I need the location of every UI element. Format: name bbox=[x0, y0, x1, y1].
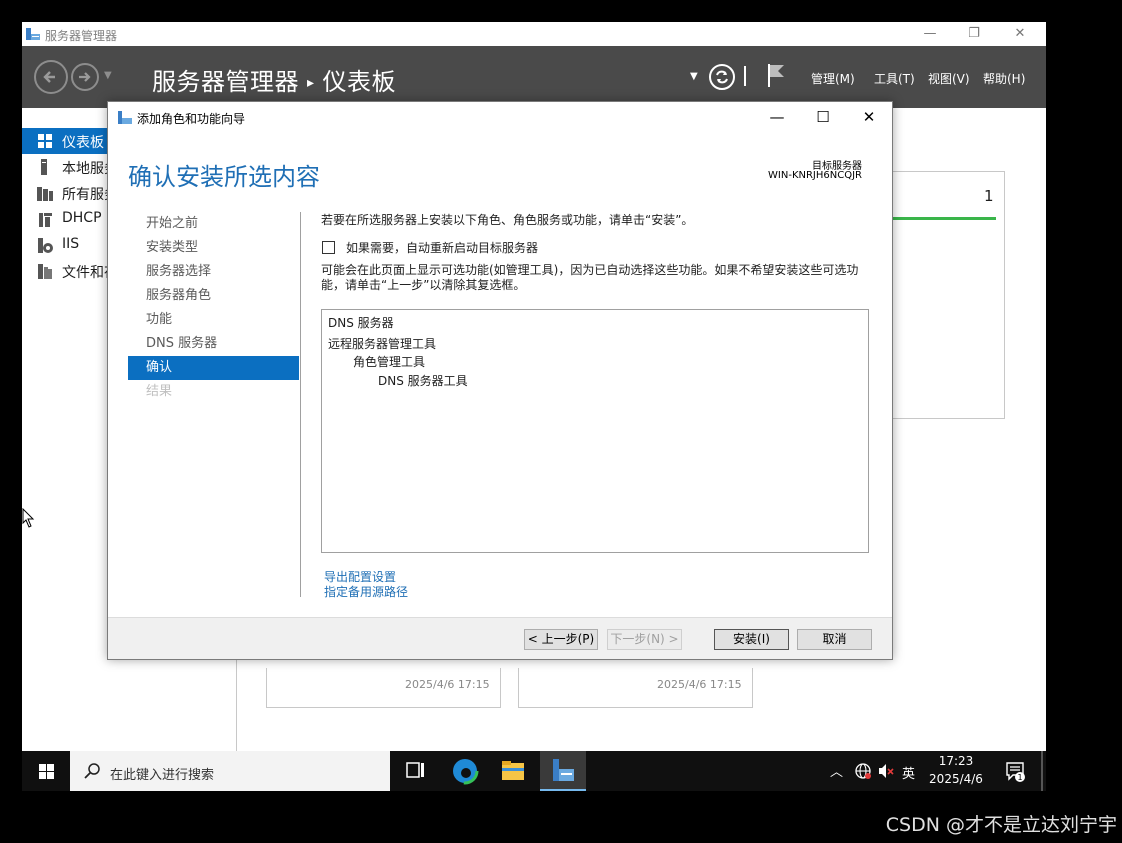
wizard-footer: < 上一步(P) 下一步(N) > 安装(I) 取消 bbox=[108, 617, 892, 659]
wizard-titlebar: 添加角色和功能向导 — ☐ ✕ bbox=[108, 102, 892, 132]
tile-bottom-right: 2025/4/6 17:15 bbox=[518, 668, 753, 708]
notifications-flag-icon[interactable] bbox=[766, 62, 786, 92]
step-server-roles[interactable]: 服务器角色 bbox=[128, 284, 299, 308]
minimize-icon[interactable]: — bbox=[762, 107, 792, 127]
ime-indicator[interactable]: 英 bbox=[902, 763, 915, 782]
task-view-icon bbox=[406, 762, 424, 778]
search-icon bbox=[84, 763, 100, 779]
list-item: 远程服务器管理工具 bbox=[328, 337, 437, 351]
server-manager-title: 服务器管理器 bbox=[45, 29, 118, 43]
task-view-button[interactable] bbox=[392, 751, 438, 791]
close-icon[interactable]: ✕ bbox=[1000, 24, 1040, 44]
previous-button[interactable]: < 上一步(P) bbox=[524, 629, 598, 650]
tile-date: 2025/4/6 17:15 bbox=[405, 678, 490, 691]
breadcrumb-separator: ▸ bbox=[307, 75, 315, 91]
all-servers-icon bbox=[37, 185, 53, 201]
maximize-icon[interactable]: ☐ bbox=[808, 107, 838, 127]
alternate-source-link[interactable]: 指定备用源路径 bbox=[324, 583, 408, 600]
step-dns-server[interactable]: DNS 服务器 bbox=[128, 332, 299, 356]
edge-icon bbox=[451, 757, 479, 785]
mouse-cursor-icon bbox=[22, 507, 36, 532]
back-button[interactable] bbox=[34, 60, 68, 94]
forward-button[interactable] bbox=[71, 63, 99, 91]
taskbar: 在此键入进行搜索 ︿ 英 17:23 2025/4/6 1 bbox=[22, 751, 1046, 791]
sidebar-item-label: IIS bbox=[62, 236, 80, 252]
breadcrumb-page: 仪表板 bbox=[322, 68, 397, 96]
menu-manage[interactable]: 管理(M) bbox=[811, 70, 855, 87]
windows-logo-icon bbox=[39, 764, 54, 779]
step-confirmation[interactable]: 确认 bbox=[128, 356, 299, 380]
next-button: 下一步(N) > bbox=[607, 629, 682, 650]
dhcp-icon bbox=[37, 211, 53, 227]
instruction-text: 若要在所选服务器上安装以下角色、角色服务或功能，请单击“安装”。 bbox=[321, 213, 694, 227]
step-features[interactable]: 功能 bbox=[128, 308, 299, 332]
minimize-icon[interactable]: — bbox=[910, 24, 950, 44]
refresh-icon[interactable] bbox=[708, 63, 736, 95]
local-server-icon bbox=[37, 159, 53, 175]
step-results: 结果 bbox=[146, 384, 173, 399]
notification-center-icon[interactable]: 1 bbox=[1005, 761, 1027, 787]
steps-divider bbox=[300, 212, 301, 597]
wizard-app-icon bbox=[117, 110, 133, 125]
wizard-title: 添加角色和功能向导 bbox=[137, 112, 246, 126]
history-dropdown-icon[interactable]: ▼ bbox=[104, 70, 112, 81]
iis-icon bbox=[37, 237, 53, 253]
network-icon[interactable] bbox=[854, 762, 872, 784]
menu-view[interactable]: 视图(V) bbox=[928, 70, 970, 87]
tile-bottom-left: 2025/4/6 17:15 bbox=[266, 668, 501, 708]
start-button[interactable] bbox=[22, 751, 70, 791]
clock-time[interactable]: 17:23 bbox=[927, 754, 985, 768]
sidebar-item-label: 仪表板 bbox=[62, 135, 104, 151]
tile-count: 1 bbox=[984, 187, 994, 205]
folder-icon bbox=[502, 761, 524, 780]
sidebar-item-label: DHCP bbox=[62, 210, 102, 226]
header-divider bbox=[744, 66, 746, 86]
breadcrumb-app[interactable]: 服务器管理器 bbox=[152, 68, 299, 96]
server-manager-taskbar-icon bbox=[553, 759, 574, 781]
clock-date[interactable]: 2025/4/6 bbox=[925, 772, 987, 786]
volume-muted-icon[interactable] bbox=[877, 762, 895, 784]
cancel-button[interactable]: 取消 bbox=[797, 629, 872, 650]
close-icon[interactable]: ✕ bbox=[854, 107, 884, 127]
menu-tools[interactable]: 工具(T) bbox=[874, 70, 915, 87]
breadcrumb: 服务器管理器 ▸ 仪表板 bbox=[152, 62, 396, 97]
menu-help[interactable]: 帮助(H) bbox=[983, 70, 1025, 87]
show-hidden-icons[interactable]: ︿ bbox=[830, 761, 843, 780]
tile-date: 2025/4/6 17:15 bbox=[657, 678, 742, 691]
wizard-body: 确认安装所选内容 目标服务器 WIN-KNRJH6NCQJR 开始之前 安装类型… bbox=[108, 132, 892, 617]
server-manager-titlebar: 服务器管理器 — ❐ ✕ bbox=[22, 22, 1046, 46]
server-manager-header: ▼ 服务器管理器 ▸ 仪表板 ▼ 管理(M) 工具(T) 视图(V) 帮助(H) bbox=[22, 46, 1046, 108]
file-storage-icon bbox=[37, 263, 53, 279]
step-installation-type[interactable]: 安装类型 bbox=[128, 236, 299, 260]
notification-count: 1 bbox=[1017, 773, 1022, 782]
list-item: DNS 服务器 bbox=[328, 316, 394, 330]
add-roles-wizard-dialog: 添加角色和功能向导 — ☐ ✕ 确认安装所选内容 目标服务器 WIN-KNRJH… bbox=[107, 101, 893, 660]
taskbar-edge[interactable] bbox=[442, 751, 488, 791]
optional-features-note: 可能会在此页面上显示可选功能(如管理工具)，因为已自动选择这些功能。如果不希望安… bbox=[321, 263, 859, 292]
chevron-down-icon[interactable]: ▼ bbox=[690, 71, 698, 82]
taskbar-search-box[interactable]: 在此键入进行搜索 bbox=[70, 751, 390, 791]
watermark: CSDN @才不是立达刘宁宇 bbox=[885, 814, 1117, 836]
list-item: 角色管理工具 bbox=[353, 355, 426, 369]
taskbar-file-explorer[interactable] bbox=[490, 751, 536, 791]
list-item: DNS 服务器工具 bbox=[378, 374, 468, 388]
desktop: 服务器管理器 — ❐ ✕ ▼ 服务器管理器 ▸ 仪表板 ▼ 管理(M) 工具(T… bbox=[0, 0, 1122, 843]
taskbar-server-manager[interactable] bbox=[540, 751, 586, 791]
page-title: 确认安装所选内容 bbox=[128, 163, 320, 191]
dashboard-icon bbox=[37, 133, 53, 149]
search-placeholder: 在此键入进行搜索 bbox=[110, 768, 215, 783]
restart-checkbox[interactable] bbox=[322, 241, 335, 254]
target-server-name: WIN-KNRJH6NCQJR bbox=[768, 170, 862, 181]
step-server-selection[interactable]: 服务器选择 bbox=[128, 260, 299, 284]
install-button[interactable]: 安装(I) bbox=[714, 629, 789, 650]
selection-list: DNS 服务器 远程服务器管理工具 角色管理工具 DNS 服务器工具 bbox=[321, 309, 869, 553]
restart-checkbox-label[interactable]: 如果需要，自动重新启动目标服务器 bbox=[346, 239, 538, 256]
restore-icon[interactable]: ❐ bbox=[954, 24, 994, 44]
server-manager-app-icon bbox=[25, 26, 41, 42]
show-desktop-button[interactable] bbox=[1041, 751, 1043, 791]
step-before-you-begin[interactable]: 开始之前 bbox=[128, 212, 299, 236]
